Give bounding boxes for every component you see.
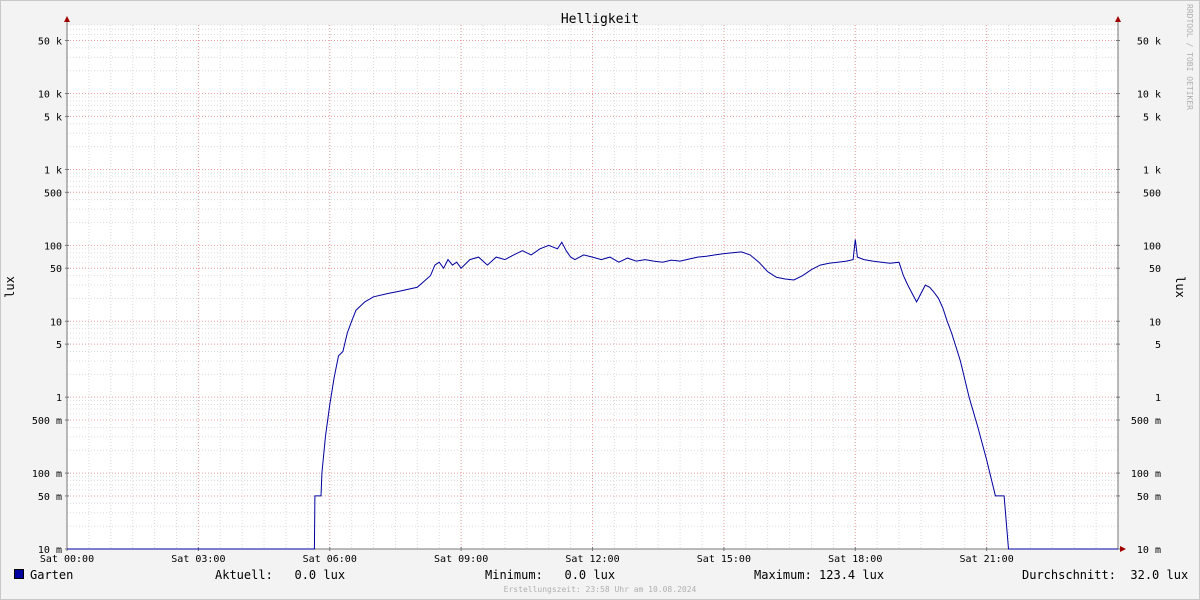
y-tick-label-left: 50 m (38, 492, 62, 503)
x-tick-label: Sat 21:00 (960, 554, 1014, 565)
y-tick-label-right: 100 (1143, 241, 1161, 252)
y-tick-label-right: 5 k (1143, 112, 1161, 123)
y-tick-label-left: 50 (50, 264, 62, 275)
legend-durchschnitt: Durchschnitt: 32.0 lux (1022, 568, 1189, 582)
y-tick-label-left: 10 k (38, 90, 62, 101)
y-tick-label-right: 100 m (1131, 469, 1161, 480)
y-tick-label-left: 5 (56, 340, 62, 351)
y-tick-label-right: 10 k (1137, 90, 1161, 101)
x-tick-label: Sat 00:00 (40, 554, 94, 565)
legend-maximum: Maximum: 123.4 lux (754, 568, 885, 582)
y-tick-label-right: 50 (1149, 264, 1161, 275)
y-tick-label-left: 5 k (44, 112, 62, 123)
x-tick-label: Sat 03:00 (171, 554, 225, 565)
y-tick-label-left: 500 m (32, 416, 62, 427)
y-tick-label-right: 10 (1149, 317, 1161, 328)
y-axis-label-left: lux (3, 276, 17, 298)
watermark-text: RRDTOOL / TOBI OETIKER (1185, 4, 1194, 110)
y-tick-label-right: 10 m (1137, 545, 1161, 556)
y-tick-label-left: 100 (44, 241, 62, 252)
y-tick-label-right: 50 m (1137, 492, 1161, 503)
y-tick-label-right: 500 (1143, 188, 1161, 199)
y-axis-arrow-right (1115, 16, 1121, 22)
grid-layer (66, 24, 1119, 550)
chart-svg: 10 m 10 m50 m 50 m100 m 100 m500 m 500 m1 15 5… (3, 12, 1187, 565)
legend-aktuell: Aktuell: 0.0 lux (215, 568, 346, 582)
y-tick-label-right: 1 k (1143, 165, 1161, 176)
y-tick-label-left: 500 (44, 188, 62, 199)
y-tick-label-right: 500 m (1131, 416, 1161, 427)
x-tick-label: Sat 06:00 (303, 554, 357, 565)
x-tick-label: Sat 18:00 (828, 554, 882, 565)
y-tick-label-left: 100 m (32, 469, 62, 480)
x-axis-arrow (1120, 546, 1126, 552)
y-tick-label-right: 50 k (1137, 36, 1161, 47)
x-tick-label: Sat 15:00 (697, 554, 751, 565)
y-tick-label-left: 10 (50, 317, 62, 328)
legend-series-name: Garten (30, 568, 74, 582)
legend-minimum: Minimum: 0.0 lux (485, 568, 616, 582)
y-tick-label-right: 1 (1155, 393, 1161, 404)
y-axis-arrow-left (64, 16, 70, 22)
y-tick-label-right: 5 (1155, 340, 1161, 351)
x-tick-label: Sat 09:00 (434, 554, 488, 565)
x-tick-label: Sat 12:00 (565, 554, 619, 565)
footer-creation-time: Erstellungszeit: 23:58 Uhr am 10.08.2024 (503, 585, 697, 594)
legend-swatch (14, 569, 24, 579)
chart-title: Helligkeit (561, 12, 639, 27)
y-tick-label-left: 1 (56, 393, 62, 404)
y-tick-label-left: 50 k (38, 36, 62, 47)
y-tick-label-left: 1 k (44, 165, 62, 176)
y-axis-label-right: lux (1173, 276, 1187, 298)
